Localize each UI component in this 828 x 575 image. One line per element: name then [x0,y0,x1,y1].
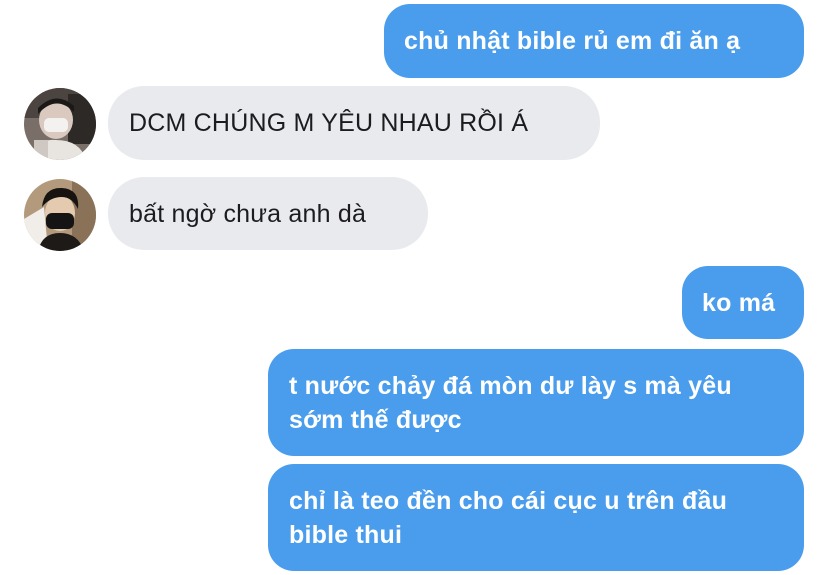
profile-photo-icon [24,88,96,160]
message-text: ko má [702,289,776,317]
outgoing-message-bubble[interactable]: chủ nhật bible rủ em đi ăn ạ [384,4,804,78]
incoming-message-bubble[interactable]: bất ngờ chưa anh dà [108,177,428,250]
message-text-line: chỉ là teo đền cho cái cục u trên đầu [289,487,728,515]
message-text: chủ nhật bible rủ em đi ăn ạ [404,27,741,55]
outgoing-message-bubble[interactable]: ko má [682,266,804,339]
message-text-line: bible thui [289,521,403,549]
message-text: bất ngờ chưa anh dà [129,200,367,228]
message-text: DCM CHÚNG M YÊU NHAU RỒI Á [129,109,529,137]
contact-avatar-2[interactable] [24,179,96,251]
message-text-line: sớm thế được [289,406,462,434]
profile-photo-icon [24,179,96,251]
incoming-message-bubble[interactable]: DCM CHÚNG M YÊU NHAU RỒI Á [108,86,600,160]
outgoing-message-bubble[interactable]: t nước chảy đá mòn dư lày s mà yêu sớm t… [268,349,804,456]
contact-avatar-1[interactable] [24,88,96,160]
outgoing-message-bubble[interactable]: chỉ là teo đền cho cái cục u trên đầu bi… [268,464,804,571]
message-text-line: t nước chảy đá mòn dư lày s mà yêu [289,372,732,400]
